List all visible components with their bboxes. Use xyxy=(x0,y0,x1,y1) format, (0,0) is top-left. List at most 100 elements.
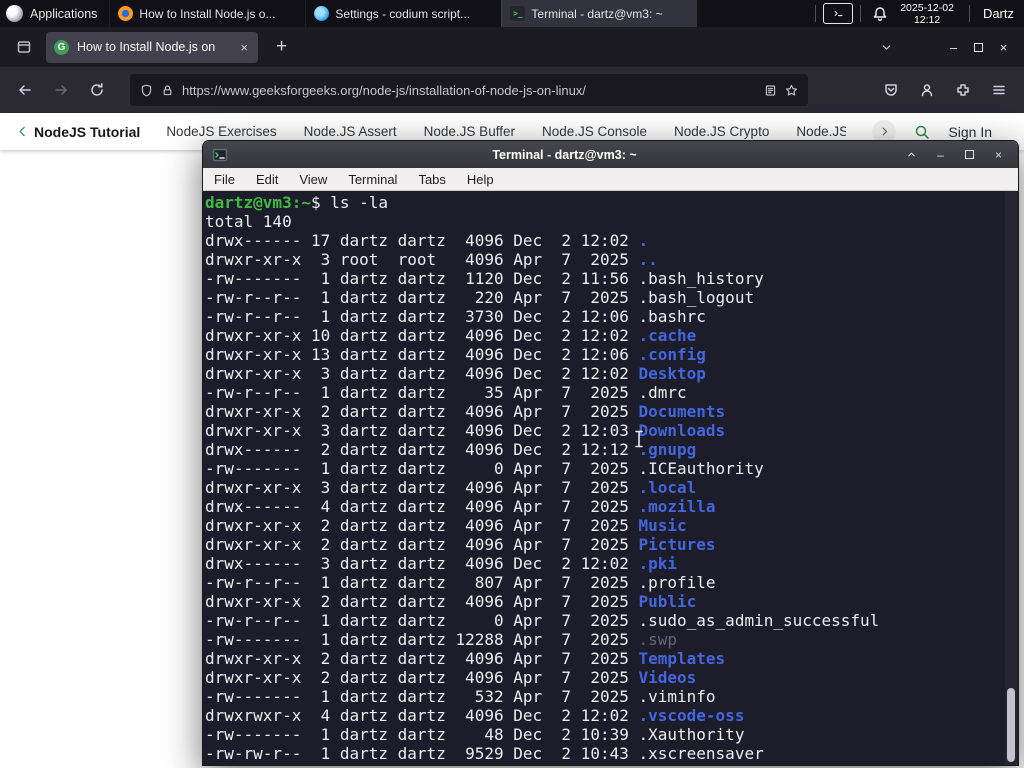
firefox-view-icon xyxy=(17,41,31,53)
tab-close-icon[interactable]: × xyxy=(238,40,250,55)
terminal-row: -rw-r--r-- 1 dartz dartz 3730 Dec 2 12:0… xyxy=(205,307,706,326)
applications-icon xyxy=(6,5,23,22)
terminal-row: drwxr-xr-x 3 root root 4096 Apr 7 2025 .… xyxy=(205,250,658,269)
terminal-scrollbar[interactable] xyxy=(1005,191,1018,765)
terminal-row: drwxr-xr-x 13 dartz dartz 4096 Dec 2 12:… xyxy=(205,345,706,364)
browser-tab[interactable]: G How to Install Node.js on × xyxy=(46,31,258,63)
site-nav-item[interactable]: Node.JS Crypto xyxy=(674,124,769,139)
terminal-row: drwx------ 17 dartz dartz 4096 Dec 2 12:… xyxy=(205,231,649,250)
terminal-icon xyxy=(212,148,228,161)
taskbar-window-button[interactable]: Terminal - dartz@vm3: ~ xyxy=(501,0,698,27)
taskbar-window-title: Settings - codium script... xyxy=(335,6,471,21)
sign-in-button[interactable]: Sign In xyxy=(948,124,992,140)
site-nav-item[interactable]: Node.JS DNS xyxy=(796,124,846,139)
terminal-window: Terminal - dartz@vm3: ~ – × File Edit View… xyxy=(202,140,1019,766)
taskbar-window-button[interactable]: Settings - codium script... xyxy=(305,0,501,27)
terminal-menu-tabs[interactable]: Tabs xyxy=(418,172,445,187)
reader-mode-button[interactable] xyxy=(764,84,777,97)
terminal-menu-view[interactable]: View xyxy=(299,172,327,187)
site-nav-item[interactable]: NodeJS Exercises xyxy=(166,124,276,139)
list-all-tabs-button[interactable] xyxy=(880,41,893,54)
taskbar-window-title: Terminal - dartz@vm3: ~ xyxy=(531,6,663,21)
terminal-row: drwxr-xr-x 2 dartz dartz 4096 Apr 7 2025… xyxy=(205,649,726,668)
back-button[interactable] xyxy=(10,75,40,105)
terminal-row: -rw------- 1 dartz dartz 0 Apr 7 2025 .I… xyxy=(205,459,764,478)
new-tab-button[interactable]: + xyxy=(270,36,293,58)
terminal-row: drwxrwxr-x 4 dartz dartz 4096 Dec 2 12:0… xyxy=(205,706,745,725)
bookmark-button[interactable] xyxy=(785,84,798,97)
tab-favicon: G xyxy=(54,39,69,55)
terminal-shade-button[interactable] xyxy=(901,149,922,160)
reload-button[interactable] xyxy=(82,75,112,105)
terminal-minimize-button[interactable]: – xyxy=(930,148,951,162)
url-text[interactable]: https://www.geeksforgeeks.org/node-js/in… xyxy=(182,83,756,98)
terminal-row: drwx------ 3 dartz dartz 4096 Dec 2 12:0… xyxy=(205,554,678,573)
clock-date: 2025-12-02 xyxy=(900,1,954,14)
account-icon xyxy=(921,84,933,97)
terminal-row: -rw------- 1 dartz dartz 12288 Apr 7 202… xyxy=(205,630,678,649)
site-nav-back-link[interactable]: NodeJS Tutorial xyxy=(16,124,140,140)
panel-clock[interactable]: 2025-12-02 12:12 xyxy=(892,2,962,26)
codium-icon xyxy=(314,6,330,21)
site-nav-item[interactable]: Node.JS Buffer xyxy=(424,124,515,139)
site-search-button[interactable] xyxy=(914,124,930,140)
tracking-protection-button[interactable] xyxy=(140,84,153,97)
navigation-toolbar: https://www.geeksforgeeks.org/node-js/in… xyxy=(0,67,1024,113)
applications-label: Applications xyxy=(30,6,98,21)
scrollbar-thumb[interactable] xyxy=(1007,688,1015,762)
taskbar-window-title: How to Install Node.js o... xyxy=(139,6,276,21)
notification-button[interactable] xyxy=(868,6,892,22)
browser-minimize-button[interactable]: – xyxy=(941,40,966,55)
site-nav-item[interactable]: Node.JS Assert xyxy=(304,124,397,139)
menu-button[interactable] xyxy=(984,75,1014,105)
terminal-close-button[interactable]: × xyxy=(988,148,1009,162)
terminal-row: -rw-r--r-- 1 dartz dartz 35 Apr 7 2025 .… xyxy=(205,383,687,402)
terminal-row: drwx------ 4 dartz dartz 4096 Apr 7 2025… xyxy=(205,497,716,516)
site-nav-item[interactable]: Node.JS Console xyxy=(542,124,647,139)
browser-close-button[interactable]: × xyxy=(991,40,1016,55)
extensions-button[interactable] xyxy=(948,75,978,105)
terminal-row: total 140 xyxy=(205,212,292,231)
puzzle-icon xyxy=(957,84,969,96)
terminal-menu-help[interactable]: Help xyxy=(467,172,494,187)
applications-menu-button[interactable]: Applications xyxy=(0,0,109,27)
forward-button[interactable] xyxy=(46,75,76,105)
pocket-button[interactable] xyxy=(876,75,906,105)
star-icon xyxy=(785,84,798,96)
tab-title: How to Install Node.js on xyxy=(77,40,216,54)
maximize-icon xyxy=(965,149,974,159)
bell-icon xyxy=(873,6,887,21)
terminal-maximize-button[interactable] xyxy=(959,148,980,162)
url-bar[interactable]: https://www.geeksforgeeks.org/node-js/in… xyxy=(130,74,808,106)
terminal-content[interactable]: dartz@vm3:~$ ls -la total 140 drwx------ 1… xyxy=(203,191,1018,765)
reload-icon xyxy=(91,83,103,96)
taskbar: How to Install Node.js o... Settings - co… xyxy=(109,0,698,27)
terminal-menubar: File Edit View Terminal Tabs Help xyxy=(203,168,1018,191)
terminal-menu-terminal[interactable]: Terminal xyxy=(348,172,397,187)
terminal-row: drwxr-xr-x 2 dartz dartz 4096 Apr 7 2025… xyxy=(205,516,687,535)
tab-bar: G How to Install Node.js on × + – × xyxy=(0,27,1024,67)
terminal-row: -rw-r--r-- 1 dartz dartz 807 Apr 7 2025 … xyxy=(205,573,716,592)
terminal-row: drwxr-xr-x 2 dartz dartz 4096 Apr 7 2025… xyxy=(205,535,716,554)
site-nav-back-label: NodeJS Tutorial xyxy=(34,123,141,140)
panel-separator xyxy=(860,5,862,22)
tray-terminal-button[interactable] xyxy=(823,3,854,24)
back-arrow-icon xyxy=(19,85,31,95)
panel-separator xyxy=(815,5,817,22)
site-security-button[interactable] xyxy=(161,84,174,97)
terminal-menu-file[interactable]: File xyxy=(214,172,235,187)
desktop: Applications How to Install Node.js o...… xyxy=(0,0,1024,768)
terminal-menu-edit[interactable]: Edit xyxy=(256,172,278,187)
terminal-row: -rw-r--r-- 1 dartz dartz 0 Apr 7 2025 .s… xyxy=(205,611,880,630)
search-icon xyxy=(916,125,930,139)
terminal-titlebar[interactable]: Terminal - dartz@vm3: ~ – × xyxy=(203,141,1018,168)
terminal-row: -rw------- 1 dartz dartz 532 Apr 7 2025 … xyxy=(205,687,716,706)
firefox-icon xyxy=(118,6,134,21)
browser-maximize-button[interactable] xyxy=(966,40,991,55)
taskbar-window-button[interactable]: How to Install Node.js o... xyxy=(109,0,305,27)
firefox-view-button[interactable] xyxy=(10,33,38,61)
terminal-output: dartz@vm3:~$ ls -la total 140 drwx------ 1… xyxy=(205,193,1018,763)
account-button[interactable] xyxy=(912,75,942,105)
chevron-right-icon xyxy=(882,127,887,136)
shield-icon xyxy=(141,84,152,96)
